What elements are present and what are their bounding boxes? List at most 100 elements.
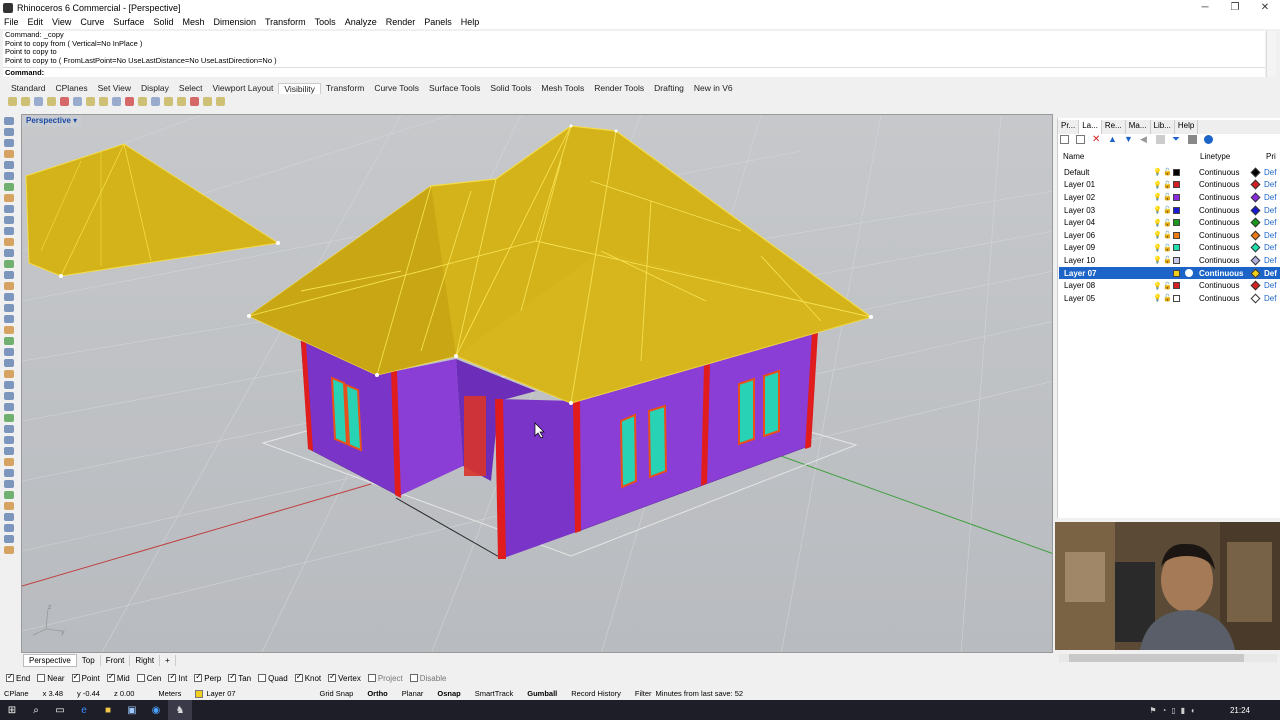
- move-down-icon[interactable]: ▼: [1124, 135, 1133, 144]
- layer-material-icon[interactable]: [1250, 230, 1261, 241]
- layer-name[interactable]: Layer 01: [1064, 180, 1095, 189]
- name-column-header[interactable]: Name: [1063, 152, 1084, 161]
- layer-row[interactable]: Layer 06 💡 🔓 Continuous Def: [1059, 229, 1280, 242]
- layer-material-icon[interactable]: [1250, 242, 1261, 253]
- lock-icon[interactable]: 🔓: [1163, 282, 1172, 290]
- osnap-checkbox[interactable]: [194, 672, 203, 682]
- lock-objects-icon[interactable]: [60, 97, 69, 106]
- tool-icon[interactable]: [4, 535, 14, 543]
- menu-item-solid[interactable]: Solid: [153, 17, 173, 27]
- layer-row[interactable]: Layer 05 💡 🔓 Continuous Def: [1059, 292, 1280, 305]
- osnap-int[interactable]: Int: [168, 672, 187, 683]
- layer-color-swatch[interactable]: [1173, 206, 1180, 214]
- command-input[interactable]: Command:: [3, 67, 1265, 77]
- layer-print[interactable]: Def: [1264, 168, 1276, 177]
- layer-row[interactable]: Default 💡 🔓 Continuous Def: [1059, 166, 1280, 179]
- tool-icon[interactable]: [4, 150, 14, 158]
- lock-icon[interactable]: 🔓: [1163, 294, 1172, 302]
- perspective-viewport[interactable]: z y: [21, 114, 1053, 653]
- tab-render-tools[interactable]: Render Tools: [589, 83, 649, 93]
- tool-icon[interactable]: [4, 403, 14, 411]
- linetype-column-header[interactable]: Linetype: [1200, 152, 1230, 161]
- osnap-toggle[interactable]: Osnap: [437, 689, 460, 698]
- show-selected-icon[interactable]: [34, 97, 43, 106]
- tools-icon[interactable]: [1188, 135, 1197, 144]
- visibility-more-icon[interactable]: [203, 97, 212, 106]
- layer-row[interactable]: Layer 03 💡 🔓 Continuous Def: [1059, 204, 1280, 217]
- layer-color-swatch[interactable]: [1173, 219, 1180, 227]
- layer-color-swatch[interactable]: [1173, 282, 1180, 290]
- lock-icon[interactable]: 🔓: [1163, 206, 1172, 214]
- isolate-icon[interactable]: [164, 97, 173, 106]
- tab-select[interactable]: Select: [174, 83, 208, 93]
- roof-copy[interactable]: [25, 143, 280, 277]
- tool-icon[interactable]: [4, 436, 14, 444]
- layer-print[interactable]: Def: [1264, 281, 1276, 290]
- ortho-toggle[interactable]: Ortho: [367, 689, 387, 698]
- tab-viewport-layout[interactable]: Viewport Layout: [208, 83, 279, 93]
- layer-material-icon[interactable]: [1250, 280, 1261, 291]
- layer-color-swatch[interactable]: [1173, 256, 1180, 264]
- tool-icon[interactable]: [4, 546, 14, 554]
- chevron-down-icon[interactable]: ▾: [73, 116, 77, 125]
- rhino-icon[interactable]: ♞: [168, 700, 192, 720]
- layer-row[interactable]: Layer 07 Continuous Def: [1059, 266, 1280, 280]
- layer-linetype[interactable]: Continuous: [1199, 243, 1239, 252]
- clock[interactable]: 21:24: [1230, 706, 1250, 715]
- osnap-point[interactable]: Point: [71, 672, 100, 683]
- layer-name[interactable]: Layer 02: [1064, 193, 1095, 202]
- smarttrack-toggle[interactable]: SmartTrack: [475, 689, 513, 698]
- layer-linetype[interactable]: Continuous: [1199, 218, 1239, 227]
- layer-linetype[interactable]: Continuous: [1199, 168, 1239, 177]
- minimize-button[interactable]: ─: [1190, 0, 1220, 15]
- tab-set-view[interactable]: Set View: [93, 83, 136, 93]
- grid-snap-toggle[interactable]: Grid Snap: [320, 689, 354, 698]
- new-layer-icon[interactable]: [1060, 135, 1069, 144]
- planar-toggle[interactable]: Planar: [402, 689, 424, 698]
- tool-icon[interactable]: [4, 458, 14, 466]
- osnap-perp[interactable]: Perp: [194, 672, 221, 683]
- cplane-label[interactable]: CPlane: [4, 689, 29, 698]
- panel-tab-pr[interactable]: Pr...: [1058, 120, 1080, 134]
- store-icon[interactable]: ▣: [120, 700, 144, 720]
- layer-name[interactable]: Layer 06: [1064, 231, 1095, 240]
- layer-name[interactable]: Layer 09: [1064, 243, 1095, 252]
- lock-icon[interactable]: 🔓: [1163, 231, 1172, 239]
- menu-item-help[interactable]: Help: [461, 17, 480, 27]
- show-edges-icon[interactable]: [138, 97, 147, 106]
- tab-perspective[interactable]: Perspective: [23, 654, 77, 667]
- menu-item-render[interactable]: Render: [386, 17, 416, 27]
- tool-icon[interactable]: [4, 227, 14, 235]
- hide-points-icon[interactable]: [125, 97, 134, 106]
- tool-icon[interactable]: [4, 414, 14, 422]
- tool-icon[interactable]: [4, 282, 14, 290]
- tool-icon[interactable]: [4, 513, 14, 521]
- layer-material-icon[interactable]: [1250, 192, 1261, 203]
- tool-icon[interactable]: [4, 128, 14, 136]
- viewport-title[interactable]: Perspective ▾: [22, 115, 82, 127]
- menu-item-tools[interactable]: Tools: [315, 17, 336, 27]
- panel-tab-ma[interactable]: Ma...: [1126, 120, 1151, 134]
- tool-icon[interactable]: [4, 480, 14, 488]
- lightbulb-icon[interactable]: 💡: [1153, 168, 1162, 176]
- layer-color-swatch[interactable]: [1173, 193, 1180, 201]
- osnap-checkbox[interactable]: [367, 674, 376, 682]
- lightbulb-icon[interactable]: 💡: [1153, 256, 1162, 264]
- tab-mesh-tools[interactable]: Mesh Tools: [536, 83, 589, 93]
- select-visible-icon[interactable]: [190, 97, 199, 106]
- layer-print[interactable]: Def: [1264, 218, 1276, 227]
- hide-swap-icon[interactable]: [47, 97, 56, 106]
- system-tray[interactable]: ⚑◔▯▮◖: [1149, 706, 1200, 715]
- tool-icon[interactable]: [4, 326, 14, 334]
- layer-name[interactable]: Default: [1064, 168, 1089, 177]
- panel-tab-lib[interactable]: Lib...: [1151, 120, 1175, 134]
- tool-icon[interactable]: [4, 161, 14, 169]
- filter-icon[interactable]: ⏷: [1172, 135, 1181, 145]
- osnap-checkbox[interactable]: [228, 672, 237, 682]
- unisolate-icon[interactable]: [177, 97, 186, 106]
- file-explorer-icon[interactable]: ■: [96, 700, 120, 720]
- layer-material-icon[interactable]: [1250, 167, 1261, 178]
- tool-icon[interactable]: [4, 469, 14, 477]
- osnap-checkbox[interactable]: [258, 674, 267, 682]
- layer-linetype[interactable]: Continuous: [1199, 256, 1239, 265]
